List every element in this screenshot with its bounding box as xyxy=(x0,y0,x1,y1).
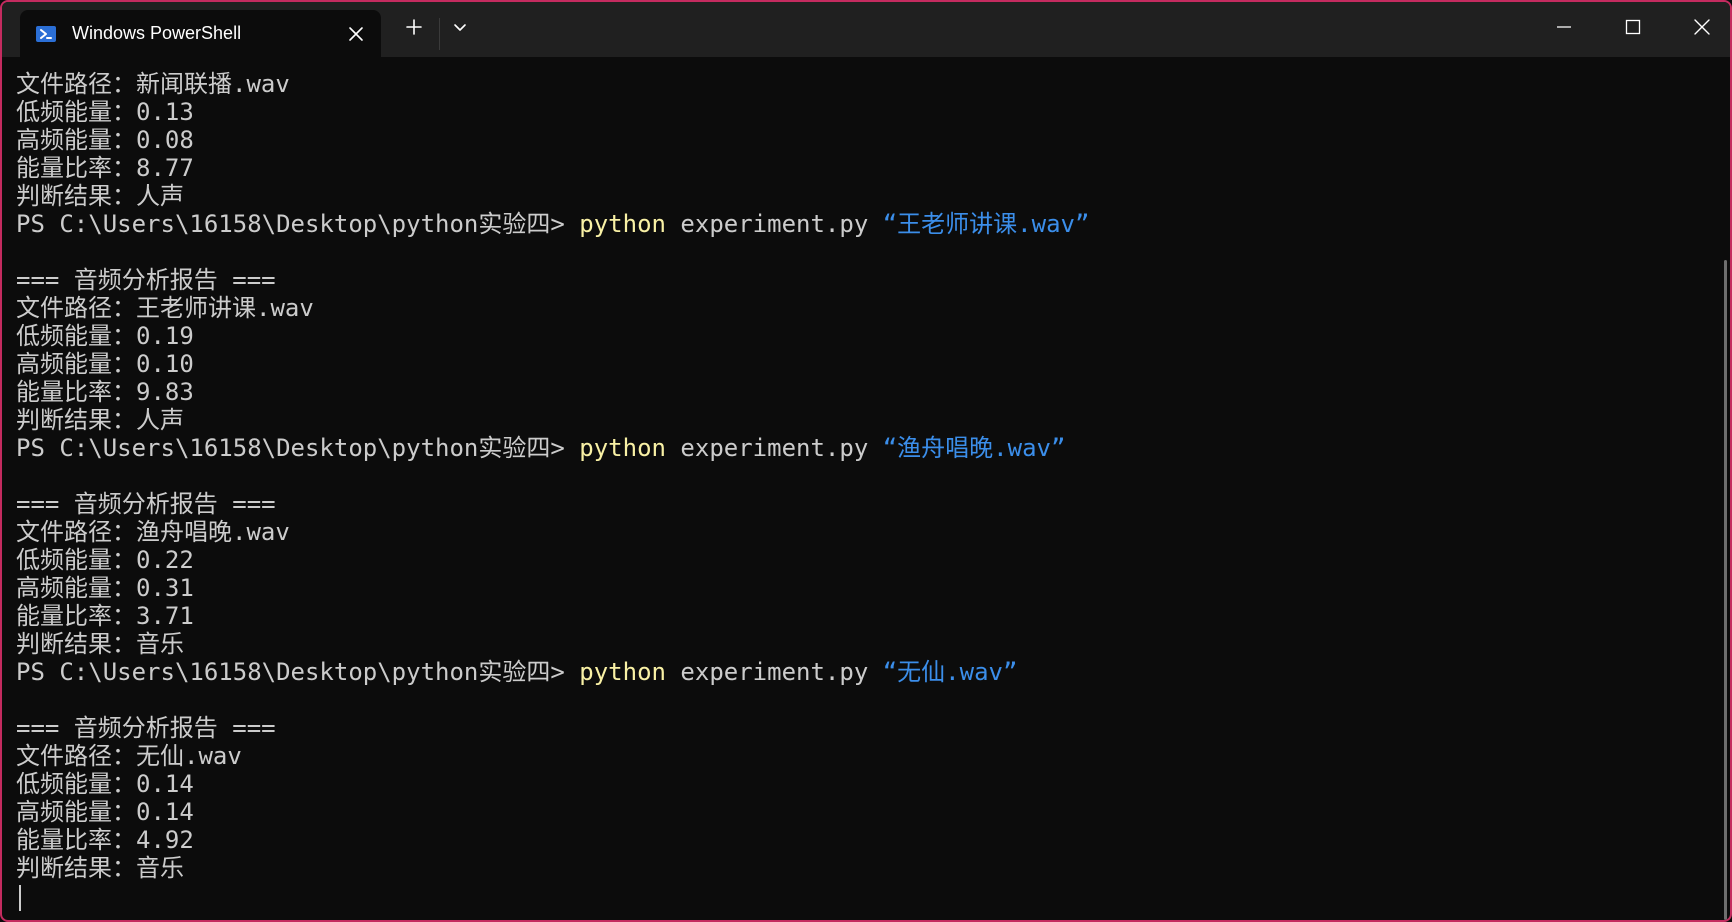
output-line: 判断结果：人声 xyxy=(16,406,184,434)
maximize-icon xyxy=(1624,18,1642,41)
output-line: 低频能量：0.19 xyxy=(16,322,194,350)
prompt-line: PS C:\Users\16158\Desktop\python实验四> pyt… xyxy=(16,434,1700,462)
prompt-line: PS C:\Users\16158\Desktop\python实验四> pyt… xyxy=(16,658,1700,686)
plus-icon xyxy=(404,17,424,42)
output-line: 高频能量：0.31 xyxy=(16,574,194,602)
tab-windows-powershell[interactable]: Windows PowerShell xyxy=(20,10,381,57)
command-args: experiment.py xyxy=(665,658,883,686)
output-line: === 音频分析报告 === xyxy=(16,266,276,294)
close-icon xyxy=(1692,17,1712,42)
prompt-text: PS C:\Users\16158\Desktop\python实验四> xyxy=(16,434,580,462)
output-line: 文件路径：新闻联播.wav xyxy=(16,70,290,98)
output-line: 低频能量：0.22 xyxy=(16,546,194,574)
command-args: experiment.py xyxy=(665,210,883,238)
string-arg: “渔舟唱晚.wav” xyxy=(882,434,1066,462)
output-line: 文件路径：渔舟唱晚.wav xyxy=(16,518,290,546)
maximize-button[interactable] xyxy=(1603,2,1663,57)
prompt-line: PS C:\Users\16158\Desktop\python实验四> pyt… xyxy=(16,210,1700,238)
output-line: 判断结果：人声 xyxy=(16,182,184,210)
powershell-window: Windows PowerShell 文件路径：新闻联播.wav 低频能量：0.… xyxy=(0,0,1732,922)
string-arg: “无仙.wav” xyxy=(882,658,1018,686)
output-line: 文件路径：无仙.wav xyxy=(16,742,242,770)
command-text: python xyxy=(579,658,666,686)
command-text: python xyxy=(579,434,666,462)
chevron-down-icon xyxy=(452,19,468,40)
output-line: 判断结果：音乐 xyxy=(16,630,184,658)
minimize-button[interactable] xyxy=(1534,2,1594,57)
minimize-icon xyxy=(1555,18,1573,41)
output-line: 高频能量：0.10 xyxy=(16,350,194,378)
terminal-output[interactable]: 文件路径：新闻联播.wav 低频能量：0.13 高频能量：0.08 能量比率：8.77… xyxy=(16,70,1700,920)
output-line: 低频能量：0.14 xyxy=(16,770,194,798)
title-bar[interactable]: Windows PowerShell xyxy=(2,2,1730,57)
output-line: 高频能量：0.08 xyxy=(16,126,194,154)
output-line: 能量比率：9.83 xyxy=(16,378,194,406)
output-line: 文件路径：王老师讲课.wav xyxy=(16,294,314,322)
output-line: 低频能量：0.13 xyxy=(16,98,194,126)
output-line: 能量比率：8.77 xyxy=(16,154,194,182)
text-cursor xyxy=(19,885,21,911)
tab-dropdown-button[interactable] xyxy=(444,2,476,57)
powershell-icon xyxy=(35,23,57,45)
output-line: 高频能量：0.14 xyxy=(16,798,194,826)
prompt-text: PS C:\Users\16158\Desktop\python实验四> xyxy=(16,210,580,238)
string-arg: “王老师讲课.wav” xyxy=(882,210,1090,238)
output-line: === 音频分析报告 === xyxy=(16,714,276,742)
output-line: 能量比率：4.92 xyxy=(16,826,194,854)
output-line: 判断结果：音乐 xyxy=(16,854,184,882)
new-tab-button[interactable] xyxy=(394,2,434,57)
output-line: === 音频分析报告 === xyxy=(16,490,276,518)
command-args: experiment.py xyxy=(665,434,883,462)
tab-separator xyxy=(439,18,440,50)
tab-title: Windows PowerShell xyxy=(72,23,242,43)
command-text: python xyxy=(579,210,666,238)
output-line: 能量比率：3.71 xyxy=(16,602,194,630)
close-window-button[interactable] xyxy=(1672,2,1730,57)
close-icon[interactable] xyxy=(345,23,367,45)
prompt-text: PS C:\Users\16158\Desktop\python实验四> xyxy=(16,658,580,686)
scrollbar-thumb[interactable] xyxy=(1724,260,1727,920)
